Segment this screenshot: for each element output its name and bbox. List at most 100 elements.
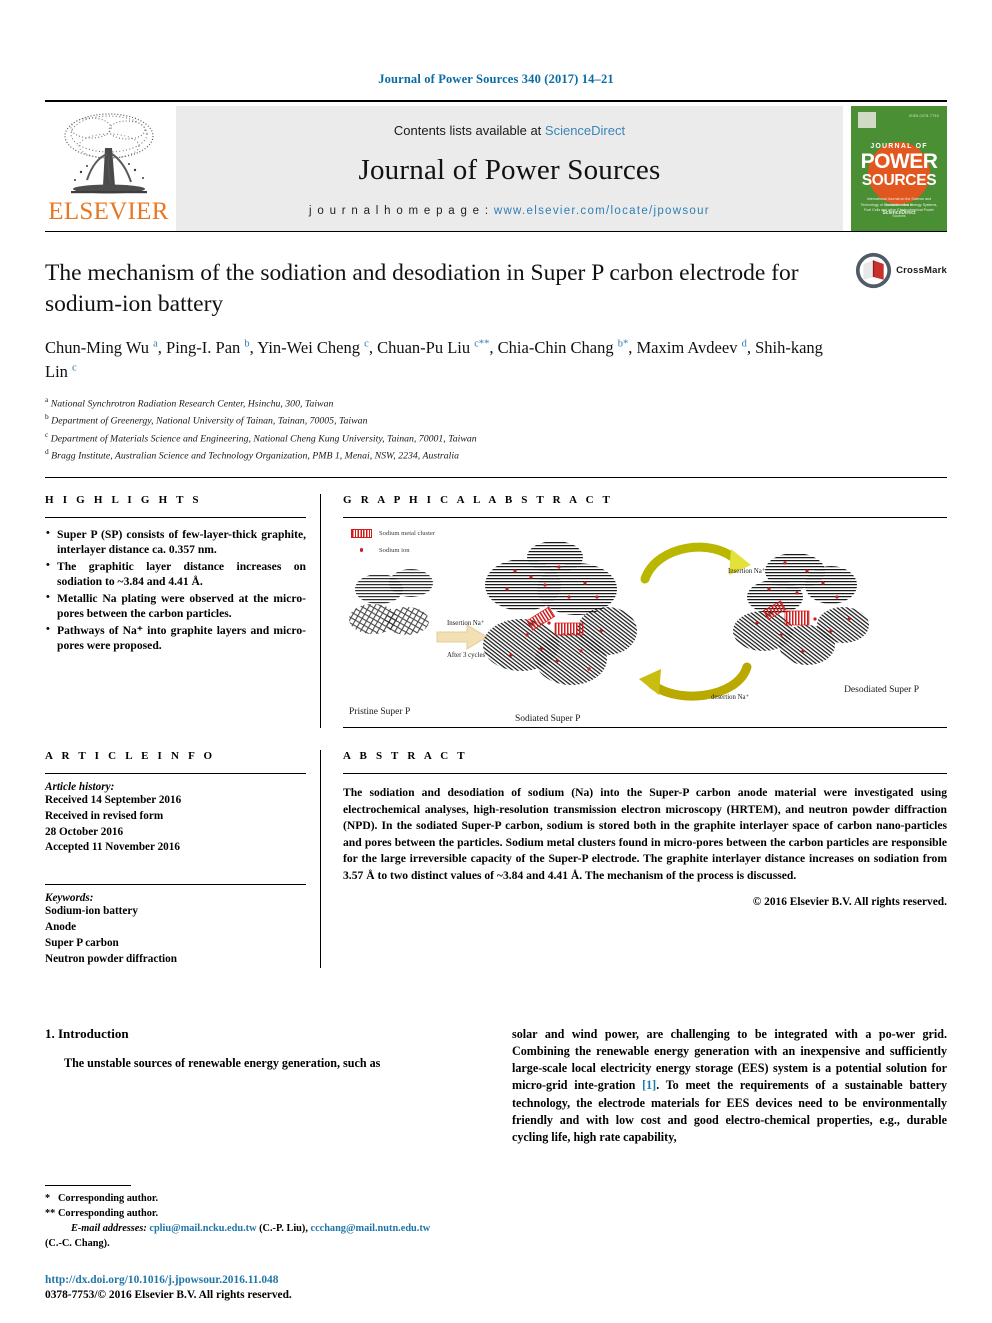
body-column-right: solar and wind power, are challenging to… bbox=[512, 1026, 947, 1146]
journal-cover-thumbnail: ISSN 0378-7753 JOURNAL OF POWER SOURCES … bbox=[851, 106, 947, 231]
abstract-column: A B S T R A C T The sodiation and desodi… bbox=[321, 750, 947, 968]
affiliation-a: a National Synchrotron Radiation Researc… bbox=[45, 394, 334, 410]
cover-title-sources: SOURCES bbox=[861, 171, 937, 189]
keyword-item: Super P carbon bbox=[45, 937, 119, 950]
article-info-rule bbox=[45, 772, 306, 774]
email-link-1[interactable]: cpliu@mail.ncku.edu.tw bbox=[149, 1223, 256, 1234]
crossmark-icon bbox=[856, 252, 892, 289]
keyword-item: Anode bbox=[45, 921, 77, 934]
title-block: The mechanism of the sodiation and desod… bbox=[45, 232, 947, 464]
ga-label-insertion-top: Insertion Na⁺ bbox=[728, 567, 766, 575]
cover-kicker: JOURNAL OF bbox=[870, 143, 928, 150]
elsevier-wordmark: ELSEVIER bbox=[48, 198, 169, 225]
article-history-line: Accepted 11 November 2016 bbox=[45, 841, 180, 854]
article-history-line: 28 October 2016 bbox=[45, 825, 124, 838]
sodiated-cluster-graphic bbox=[483, 540, 637, 685]
pristine-cluster-graphic bbox=[349, 568, 433, 635]
ga-label-insertion-left: Insertion Na⁺ bbox=[447, 619, 485, 627]
contents-line: Contents lists available at ScienceDirec… bbox=[394, 123, 625, 138]
reference-link-1[interactable]: [1] bbox=[642, 1078, 656, 1092]
footnote-emails: E-mail addresses: cpliu@mail.ncku.edu.tw… bbox=[45, 1221, 475, 1236]
abstract-copyright: © 2016 Elsevier B.V. All rights reserved… bbox=[752, 895, 947, 908]
affiliation-d: d Bragg Institute, Australian Science an… bbox=[45, 447, 459, 462]
highlights-heading: H I G H L I G H T S bbox=[45, 493, 202, 506]
running-head: Journal of Power Sources 340 (2017) 14–2… bbox=[378, 72, 614, 86]
doi-block: http://dx.doi.org/10.1016/j.jpowsour.201… bbox=[45, 1272, 292, 1301]
footnote-corresponding-2: ** Corresponding author. bbox=[45, 1206, 475, 1221]
highlight-item: Pathways of Na⁺ into graphite layers and… bbox=[45, 622, 306, 654]
insertion-arrow-cream bbox=[436, 623, 488, 650]
homepage-prefix: j o u r n a l h o m e p a g e : bbox=[309, 204, 494, 217]
journal-masthead: ELSEVIER Contents lists available at Sci… bbox=[45, 106, 947, 231]
graphical-abstract-column: G R A P H I C A L A B S T R A C T Sodium… bbox=[321, 494, 947, 728]
keyword-item: Sodium-ion battery bbox=[45, 905, 138, 918]
footnote-corresponding-1: * Corresponding author. bbox=[45, 1191, 475, 1206]
ga-label-desodiated: Desodiated Super P bbox=[844, 684, 919, 695]
homepage-url-link[interactable]: www.elsevier.com/locate/jpowsour bbox=[494, 205, 710, 217]
abstract-text: The sodiation and desodiation of sodium … bbox=[343, 786, 947, 882]
article-history-line: Received 14 September 2016 bbox=[45, 793, 182, 806]
section-title-introduction: 1. Introduction bbox=[45, 1025, 129, 1041]
body-columns: 1. Introduction The unstable sources of … bbox=[45, 1026, 947, 1146]
page-title: The mechanism of the sodiation and desod… bbox=[45, 260, 799, 317]
abstract-rule bbox=[343, 772, 947, 774]
graphical-abstract-bottom-rule bbox=[343, 726, 947, 728]
ga-label-desertion: desertion Na⁺ bbox=[711, 693, 750, 701]
footnote-block: * Corresponding author. ** Corresponding… bbox=[45, 1184, 475, 1251]
desertion-arrow-bottom bbox=[639, 662, 752, 701]
ga-label-after-cycles: After 3 cycles bbox=[447, 651, 486, 659]
graphical-abstract-figure: Sodium metal cluster Sodium ion Pristine… bbox=[343, 527, 947, 724]
highlights-list: Super P (SP) consists of few-layer-thick… bbox=[45, 526, 306, 654]
highlights-column: H I G H L I G H T S Super P (SP) consist… bbox=[45, 494, 320, 728]
sodium-metal-cluster-4 bbox=[784, 610, 810, 626]
highlight-item: Super P (SP) consists of few-layer-thick… bbox=[45, 526, 306, 558]
elsevier-logo: ELSEVIER bbox=[45, 106, 172, 231]
article-info-column: A R T I C L E I N F O Article history: R… bbox=[45, 750, 320, 968]
article-history-lines: Received 14 September 2016 Received in re… bbox=[45, 793, 306, 857]
footnote-text-star: Corresponding author. bbox=[58, 1192, 159, 1204]
affiliation-c: c Department of Materials Science and En… bbox=[45, 429, 477, 445]
highlight-item: The graphitic layer distance increases o… bbox=[45, 558, 306, 590]
article-history-label: Article history: bbox=[45, 780, 115, 793]
intro-paragraph-right: solar and wind power, are challenging to… bbox=[512, 1026, 947, 1144]
article-info-heading: A R T I C L E I N F O bbox=[45, 749, 216, 762]
article-info-and-abstract-row: A R T I C L E I N F O Article history: R… bbox=[45, 728, 947, 968]
author-list: Chun-Ming Wu a, Ping-I. Pan b, Yin-Wei C… bbox=[45, 338, 823, 382]
sciencedirect-link[interactable]: ScienceDirect bbox=[545, 123, 625, 138]
keywords-label: Keywords: bbox=[45, 892, 94, 905]
cover-top-strip: ISSN 0378-7753 bbox=[851, 106, 947, 128]
graphical-abstract-heading: G R A P H I C A L A B S T R A C T bbox=[343, 493, 614, 506]
keywords-lines: Sodium-ion battery Anode Super P carbon Neu… bbox=[45, 904, 306, 968]
article-page: Journal of Power Sources 340 (2017) 14–2… bbox=[0, 0, 992, 1323]
crossmark-badge[interactable]: CrossMark bbox=[855, 252, 947, 289]
email-name-1: (C.-P. Liu), bbox=[259, 1222, 308, 1234]
contents-prefix: Contents lists available at bbox=[393, 122, 545, 138]
footnote-email-name-2: (C.-C. Chang). bbox=[45, 1237, 110, 1249]
highlight-item: Metallic Na plating were observed at the… bbox=[45, 590, 306, 622]
cover-blurb: International Journal on the Science and… bbox=[860, 197, 938, 218]
footnote-mark-star: * bbox=[45, 1192, 51, 1204]
intro-paragraph-left: The unstable sources of renewable energy… bbox=[64, 1055, 381, 1070]
body-column-left: 1. Introduction The unstable sources of … bbox=[45, 1026, 480, 1146]
cover-tiny-text: ISSN 0378-7753 bbox=[908, 114, 939, 118]
footnote-rule bbox=[45, 1184, 131, 1186]
journal-title: Journal of Power Sources bbox=[358, 153, 661, 186]
homepage-line: j o u r n a l h o m e p a g e : www.else… bbox=[309, 205, 710, 217]
footnote-mark-dstar: ** bbox=[45, 1207, 56, 1219]
article-info-spacer bbox=[45, 856, 306, 884]
highlights-rule bbox=[45, 516, 306, 518]
crossmark-label: CrossMark bbox=[896, 265, 947, 276]
doi-link[interactable]: http://dx.doi.org/10.1016/j.jpowsour.201… bbox=[45, 1272, 292, 1289]
footnote-text-dstar: Corresponding author. bbox=[58, 1207, 159, 1219]
masthead-center: Contents lists available at ScienceDirec… bbox=[176, 106, 843, 231]
masthead-top-rule bbox=[45, 100, 947, 102]
keyword-item: Neutron powder diffraction bbox=[45, 953, 177, 966]
elsevier-tree-icon bbox=[63, 113, 154, 194]
email-link-2[interactable]: ccchang@mail.nutn.edu.tw bbox=[311, 1223, 431, 1234]
abstract-heading: A B S T R A C T bbox=[343, 749, 468, 762]
ga-label-sodiated: Sodiated Super P bbox=[515, 713, 581, 724]
sodium-metal-cluster-2 bbox=[554, 622, 584, 636]
email-label: E-mail addresses: bbox=[71, 1222, 147, 1234]
issn-copyright-line: 0378-7753/© 2016 Elsevier B.V. All right… bbox=[45, 1289, 292, 1301]
cover-title-power: POWER bbox=[860, 150, 938, 173]
